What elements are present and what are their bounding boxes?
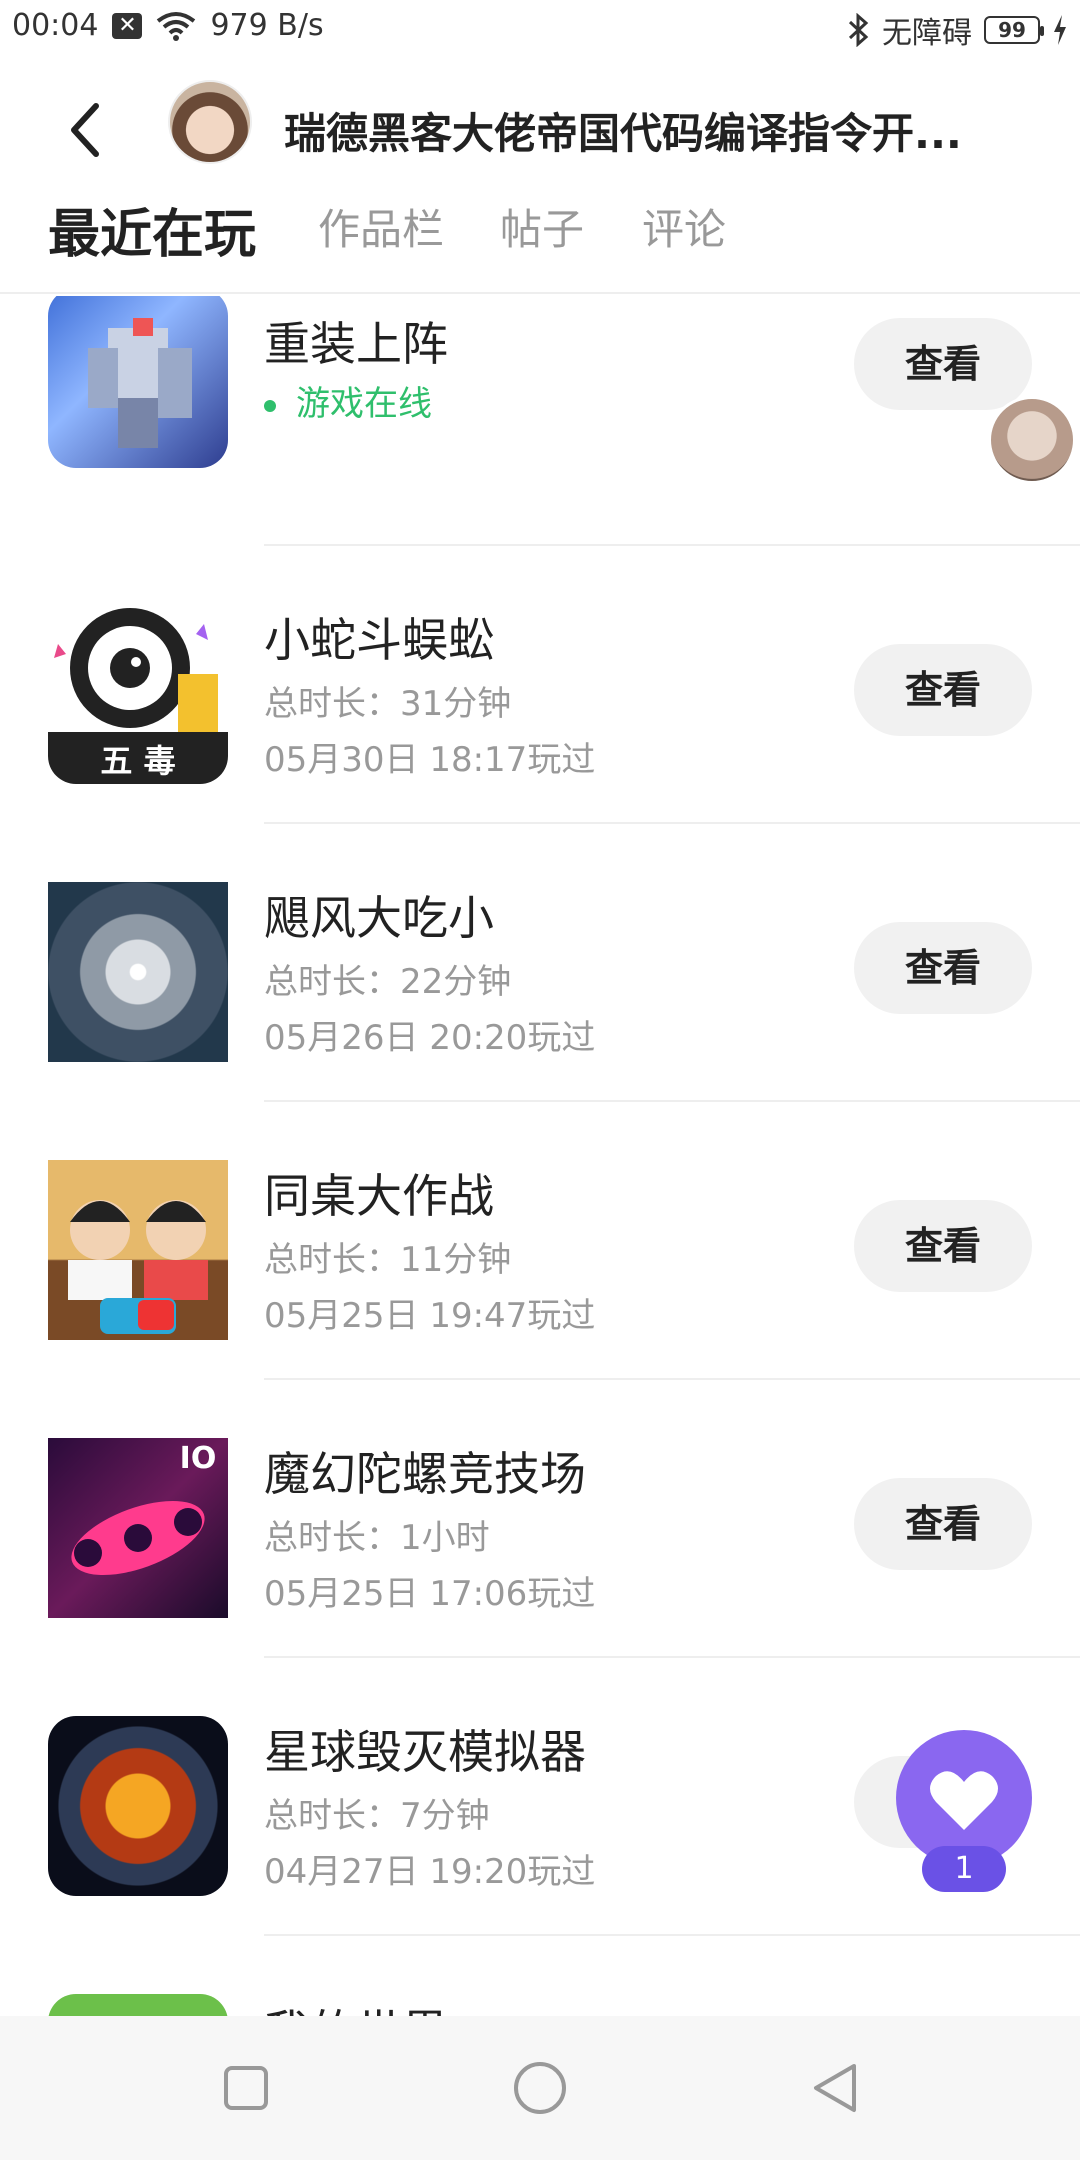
game-name: 飓风大吃小 xyxy=(264,891,494,945)
accessibility-label: 无障碍 xyxy=(882,16,972,51)
view-button[interactable]: 查看 xyxy=(854,922,1032,1014)
last-played: 05月25日 17:06玩过 xyxy=(264,1574,596,1614)
game-icon-planet xyxy=(48,1716,228,1896)
svg-text:五 毒: 五 毒 xyxy=(100,742,175,780)
game-name: 重装上阵 xyxy=(264,317,448,371)
game-name: 魔幻陀螺竞技场 xyxy=(264,1447,586,1501)
back-icon[interactable] xyxy=(810,2062,862,2114)
system-nav-bar xyxy=(0,2016,1080,2160)
svg-text:IO: IO xyxy=(180,1441,217,1476)
online-dot-icon xyxy=(264,399,276,412)
view-button[interactable]: 查看 xyxy=(854,1200,1032,1292)
floating-avatar-bubble[interactable] xyxy=(988,396,1076,484)
page-title: 瑞德黑客大佬帝国代码编译指令开... xyxy=(284,109,962,158)
tab-posts[interactable]: 帖子 xyxy=(500,196,584,257)
game-icon-hurricane xyxy=(48,882,228,1062)
online-status: 游戏在线 xyxy=(264,376,432,425)
game-name: 星球毁灭模拟器 xyxy=(264,1725,586,1779)
list-item[interactable]: 同桌大作战 总时长：11分钟 05月25日 19:47玩过 查看 xyxy=(0,1102,1080,1380)
view-button[interactable]: 查看 xyxy=(854,644,1032,736)
game-icon-spinner: IO xyxy=(48,1438,228,1618)
charging-icon xyxy=(1054,15,1066,45)
back-arrow-icon[interactable] xyxy=(62,100,112,160)
game-name: 我的世界 xyxy=(264,1996,448,2016)
game-name: 同桌大作战 xyxy=(264,1169,494,1223)
game-icon-minecraft xyxy=(48,1994,228,2016)
battery-icon: 99 xyxy=(984,16,1044,44)
last-played: 05月25日 19:47玩过 xyxy=(264,1296,596,1336)
tab-works[interactable]: 作品栏 xyxy=(318,196,444,257)
network-speed: 979 B/s xyxy=(210,8,324,43)
game-name: 小蛇斗蜈蚣 xyxy=(264,613,494,667)
list-item[interactable]: 五 毒 小蛇斗蜈蚣 总时长：31分钟 05月30日 18:17玩过 查看 xyxy=(0,546,1080,824)
status-time: 00:04 xyxy=(12,8,99,43)
game-icon-snake: 五 毒 xyxy=(48,604,228,784)
bluetooth-icon xyxy=(848,13,869,47)
notification-icon: ✕ xyxy=(112,12,143,39)
recent-apps-icon[interactable] xyxy=(222,2064,270,2112)
play-duration: 总时长：31分钟 xyxy=(264,684,512,724)
list-item[interactable]: 我的世界 查看 xyxy=(0,1936,1080,2016)
play-duration: 总时长：11分钟 xyxy=(264,1240,512,1280)
tab-bar: 最近在玩 作品栏 帖子 评论 xyxy=(0,196,1080,294)
tab-recent[interactable]: 最近在玩 xyxy=(48,192,256,267)
header: 瑞德黑客大佬帝国代码编译指令开... xyxy=(0,56,1080,196)
play-duration: 总时长：1小时 xyxy=(264,1518,490,1558)
list-item[interactable]: 飓风大吃小 总时长：22分钟 05月26日 20:20玩过 查看 xyxy=(0,824,1080,1102)
list-item[interactable]: 重装上阵 游戏在线 查看 xyxy=(0,296,1080,546)
list-item[interactable]: IO 魔幻陀螺竞技场 总时长：1小时 05月25日 17:06玩过 查看 xyxy=(0,1380,1080,1658)
game-icon-mech xyxy=(48,296,228,468)
status-bar: 00:04 ✕ 979 B/s 无障碍 99 xyxy=(0,0,1080,56)
wifi-icon xyxy=(157,11,196,41)
user-avatar[interactable] xyxy=(168,80,252,164)
last-played: 05月30日 18:17玩过 xyxy=(264,740,596,780)
home-icon[interactable] xyxy=(512,2060,568,2116)
tab-comments[interactable]: 评论 xyxy=(642,196,726,257)
like-count-badge: 1 xyxy=(922,1846,1006,1892)
last-played: 05月26日 20:20玩过 xyxy=(264,1018,596,1058)
view-button[interactable]: 查看 xyxy=(854,1478,1032,1570)
last-played: 04月27日 19:20玩过 xyxy=(264,1852,596,1892)
play-duration: 总时长：7分钟 xyxy=(264,1796,490,1836)
view-button[interactable]: 查看 xyxy=(854,318,1032,410)
game-icon-classmates xyxy=(48,1160,228,1340)
play-duration: 总时长：22分钟 xyxy=(264,962,512,1002)
